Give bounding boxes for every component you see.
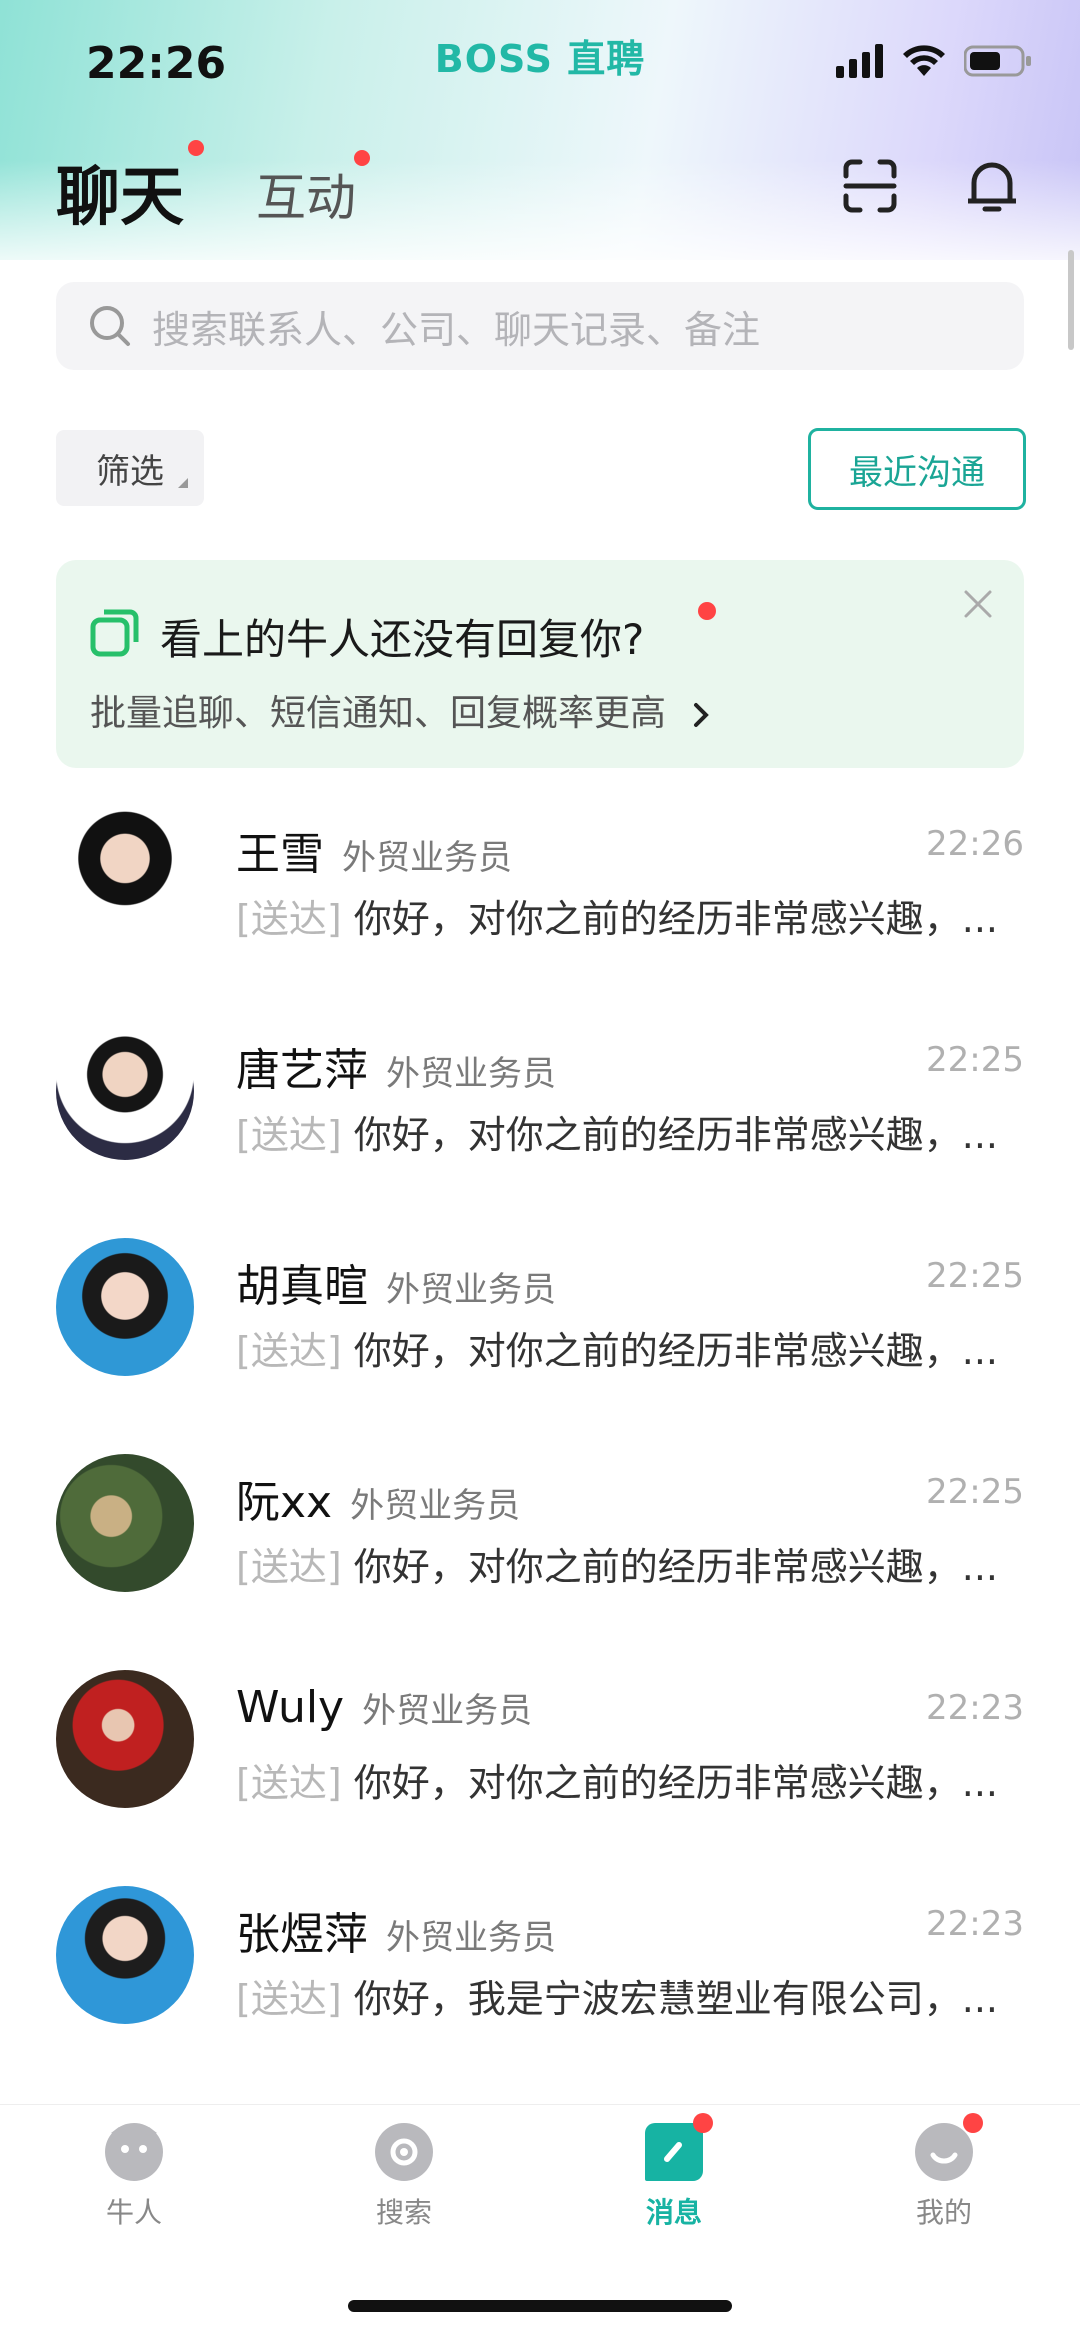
chat-role: 外贸业务员: [386, 1918, 556, 1958]
profile-icon: [915, 2113, 983, 2181]
battery-icon: [964, 45, 1031, 77]
avatar[interactable]: [56, 806, 194, 944]
bell-icon: [968, 162, 1016, 212]
chat-role: 外贸业务员: [386, 1054, 556, 1094]
scan-icon: [843, 159, 897, 213]
delivery-status: [送达]: [236, 1977, 342, 2021]
follow-up-banner[interactable]: 看上的牛人还没有回复你? 批量追聊、短信通知、回复概率更高: [56, 560, 1024, 768]
nav-item-talent[interactable]: 牛人: [44, 2123, 224, 2231]
nav-item-search[interactable]: 搜索: [314, 2123, 494, 2231]
scrollbar[interactable]: [1068, 250, 1074, 350]
tab-chat-badge: [188, 140, 204, 156]
chat-time: 22:25: [926, 1472, 1024, 1512]
avatar[interactable]: [56, 1454, 194, 1592]
chat-time: 22:25: [926, 1256, 1024, 1296]
chat-preview: [送达] 你好，对你之前的经历非常感兴趣，...: [236, 1320, 1026, 1375]
chat-name: Wuly 外贸业务员: [236, 1682, 532, 1733]
chat-message: 你好，对你之前的经历非常感兴趣，...: [353, 1329, 998, 1373]
chat-preview: [送达] 你好，我是宁波宏慧塑业有限公司，...: [236, 1968, 1026, 2023]
chat-preview: [送达] 你好，对你之前的经历非常感兴趣，...: [236, 1104, 1026, 1159]
chat-message: 你好，对你之前的经历非常感兴趣，...: [353, 1113, 998, 1157]
filter-corner-icon: [178, 478, 188, 488]
nav-label-talent: 牛人: [105, 2196, 162, 2229]
chat-time: 22:23: [926, 1904, 1024, 1944]
chat-row[interactable]: 唐艺萍 外贸业务员 22:25 [送达] 你好，对你之前的经历非常感兴趣，...: [0, 1022, 1080, 1238]
chat-role: 外贸业务员: [342, 838, 512, 878]
chat-name-text: 唐艺萍: [236, 1045, 368, 1096]
scan-button[interactable]: [834, 150, 906, 222]
chevron-right-icon: [694, 703, 710, 727]
tab-interact-badge: [354, 150, 370, 166]
banner-close-button[interactable]: [956, 582, 1000, 626]
status-icons: [836, 44, 1032, 78]
message-icon: [645, 2113, 713, 2181]
close-icon: [964, 590, 992, 618]
chat-row[interactable]: Wuly 外贸业务员 22:23 [送达] 你好，对你之前的经历非常感兴趣，...: [0, 1670, 1080, 1886]
banner-subtitle: 批量追聊、短信通知、回复概率更高: [90, 684, 713, 736]
chat-time: 22:23: [926, 1688, 1024, 1728]
chat-name-text: 王雪: [236, 829, 324, 880]
chat-row[interactable]: 张煜萍 外贸业务员 22:23 [送达] 你好，我是宁波宏慧塑业有限公司，...: [0, 1886, 1080, 2102]
nav-label-profile: 我的: [915, 2196, 972, 2229]
nav-item-messages[interactable]: 消息: [584, 2113, 764, 2231]
wifi-icon: [903, 45, 945, 76]
banner-badge: [698, 602, 716, 620]
messages-badge: [693, 2113, 713, 2133]
chat-row[interactable]: 阮xx 外贸业务员 22:25 [送达] 你好，对你之前的经历非常感兴趣，...: [0, 1454, 1080, 1670]
banner-chat-icon: [90, 608, 140, 658]
nav-label-messages: 消息: [645, 2196, 702, 2229]
notification-button[interactable]: [956, 150, 1028, 222]
chat-name-text: 阮xx: [236, 1477, 333, 1528]
banner-title: 看上的牛人还没有回复你?: [160, 615, 645, 664]
chat-time: 22:26: [926, 824, 1024, 864]
chat-message: 你好，我是宁波宏慧塑业有限公司，...: [353, 1977, 998, 2021]
tab-chat[interactable]: 聊天: [56, 146, 184, 238]
avatar[interactable]: [56, 1886, 194, 2024]
signal-icon: [836, 44, 883, 78]
filter-label: 筛选: [96, 451, 164, 492]
delivery-status: [送达]: [236, 1113, 342, 1157]
chat-name: 张煜萍 外贸业务员: [236, 1898, 556, 1962]
chat-role: 外贸业务员: [386, 1270, 556, 1310]
chat-name-text: Wuly: [236, 1682, 345, 1733]
search-bar[interactable]: 搜索联系人、公司、聊天记录、备注: [56, 282, 1024, 370]
search-input[interactable]: 搜索联系人、公司、聊天记录、备注: [152, 299, 760, 354]
chat-row[interactable]: 王雪 外贸业务员 22:26 [送达] 你好，对你之前的经历非常感兴趣，...: [0, 806, 1080, 1022]
chat-role: 外贸业务员: [350, 1486, 521, 1526]
delivery-status: [送达]: [236, 1761, 342, 1805]
filter-button[interactable]: 筛选: [56, 430, 204, 506]
chat-name: 王雪 外贸业务员: [236, 818, 512, 882]
profile-badge: [963, 2113, 983, 2133]
chat-role: 外贸业务员: [362, 1691, 533, 1731]
search-icon: [88, 304, 132, 348]
chat-name: 阮xx 外贸业务员: [236, 1466, 520, 1530]
chat-name: 唐艺萍 外贸业务员: [236, 1034, 556, 1098]
chat-time: 22:25: [926, 1040, 1024, 1080]
avatar[interactable]: [56, 1670, 194, 1808]
chat-name-text: 张煜萍: [236, 1909, 368, 1960]
tab-interact[interactable]: 互动: [256, 158, 356, 230]
talent-icon: [105, 2123, 163, 2181]
home-indicator: [348, 2300, 732, 2312]
delivery-status: [送达]: [236, 1329, 342, 1373]
avatar[interactable]: [56, 1022, 194, 1160]
banner-subtitle-text: 批量追聊、短信通知、回复概率更高: [90, 693, 667, 734]
chat-preview: [送达] 你好，对你之前的经历非常感兴趣，...: [236, 1752, 1026, 1807]
recent-contact-button[interactable]: 最近沟通: [808, 428, 1026, 510]
nav-label-search: 搜索: [375, 2196, 432, 2229]
chat-message: 你好，对你之前的经历非常感兴趣，...: [353, 1545, 998, 1589]
chat-name: 胡真暄 外贸业务员: [236, 1250, 556, 1314]
chat-row[interactable]: 胡真暄 外贸业务员 22:25 [送达] 你好，对你之前的经历非常感兴趣，...: [0, 1238, 1080, 1454]
search-nav-icon: [375, 2123, 433, 2181]
delivery-status: [送达]: [236, 897, 342, 941]
delivery-status: [送达]: [236, 1545, 342, 1589]
chat-message: 你好，对你之前的经历非常感兴趣，...: [353, 897, 998, 941]
chat-name-text: 胡真暄: [236, 1261, 368, 1312]
chat-preview: [送达] 你好，对你之前的经历非常感兴趣，...: [236, 1536, 1026, 1591]
chat-message: 你好，对你之前的经历非常感兴趣，...: [353, 1761, 998, 1805]
nav-item-profile[interactable]: 我的: [854, 2113, 1034, 2231]
chat-preview: [送达] 你好，对你之前的经历非常感兴趣，...: [236, 888, 1026, 943]
avatar[interactable]: [56, 1238, 194, 1376]
